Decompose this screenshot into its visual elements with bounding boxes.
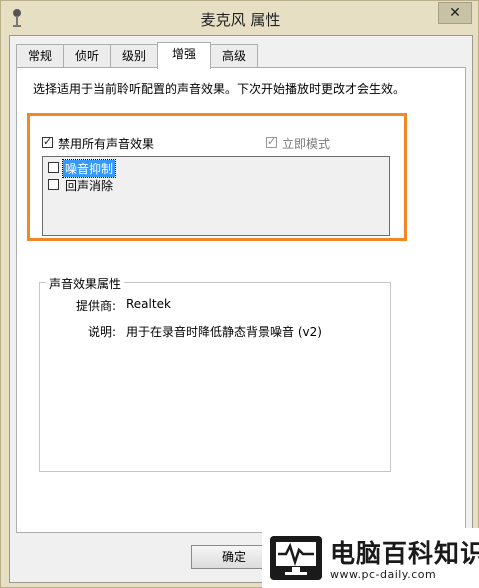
watermark-brand: 电脑百科知识 [330,539,479,568]
watermark-logo: 电脑百科知识 www.pc-daily.com [262,528,479,588]
echo-cancellation-checkbox[interactable] [48,179,59,190]
monitor-pulse-icon [270,536,322,580]
tab-listen[interactable]: 侦听 [63,44,111,67]
description-text: 选择适用于当前聆听配置的声音效果。下次开始播放时更改才会生效。 [33,82,406,96]
tab-general[interactable]: 常规 [16,44,64,67]
description-key: 说明: [87,325,116,339]
immediate-mode-label: 立即模式 [282,137,331,151]
close-icon: ✕ [449,5,461,21]
disable-all-checkbox[interactable] [42,135,53,148]
tab-levels[interactable]: 级别 [110,44,158,67]
properties-window: 麦克风 属性 ✕ 常规 侦听 级别 增强 高级 选择适用于当前聆听配置的声音效果… [0,0,479,588]
group-title: 声音效果属性 [46,275,125,292]
noise-suppression-checkbox[interactable] [48,162,59,173]
echo-cancellation-label[interactable]: 回声消除 [65,177,113,194]
tab-advanced[interactable]: 高级 [210,44,258,67]
immediate-mode-checkbox [266,135,277,148]
window-title: 麦克风 属性 [200,11,281,29]
close-button[interactable]: ✕ [438,2,472,24]
provider-value: Realtek [126,297,171,311]
title-bar[interactable]: 麦克风 属性 ✕ [1,1,479,35]
provider-key: 提供商: [75,299,116,313]
effects-list[interactable]: 噪音抑制 回声消除 [42,156,390,236]
disable-all-label[interactable]: 禁用所有声音效果 [58,135,154,152]
effect-properties-group: 声音效果属性 提供商: Realtek 说明: 用于在录音时降低静态背景噪音 (… [39,275,391,472]
tab-enhancements[interactable]: 增强 [157,42,211,69]
dialog-client: 常规 侦听 级别 增强 高级 选择适用于当前聆听配置的声音效果。下次开始播放时更… [9,35,473,583]
enhancements-panel: 选择适用于当前聆听配置的声音效果。下次开始播放时更改才会生效。 禁用所有声音效果… [16,67,466,533]
watermark-url: www.pc-daily.com [330,568,437,581]
highlight-frame: 禁用所有声音效果 立即模式 噪音抑制 回声消除 [27,113,407,241]
description-value: 用于在录音时降低静态背景噪音 (v2) [126,325,322,339]
noise-suppression-label[interactable]: 噪音抑制 [61,159,117,178]
